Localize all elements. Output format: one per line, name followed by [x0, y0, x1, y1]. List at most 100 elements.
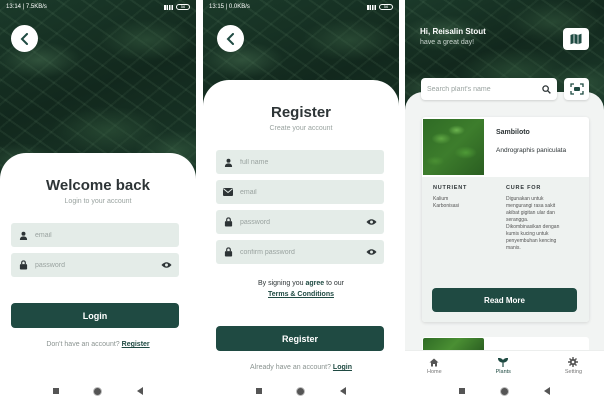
- plant-card[interactable]: Sambiloto Andrographis paniculata NUTRIE…: [422, 117, 589, 322]
- page-subtitle: Create your account: [269, 125, 333, 132]
- eye-icon[interactable]: [366, 247, 377, 257]
- eye-icon[interactable]: [366, 217, 377, 227]
- greeting: Hi, Reisalin Stout have a great day!: [420, 27, 486, 46]
- home-nav-icon[interactable]: [499, 386, 509, 396]
- cure-line: serangga.: [506, 217, 529, 223]
- email-input[interactable]: [35, 231, 172, 239]
- user-icon: [18, 230, 28, 240]
- cure-line: kumis kucing untuk: [506, 231, 549, 237]
- status-bar: 13:14 | 7.5KB/s 56: [0, 0, 196, 14]
- lock-icon: [223, 217, 233, 227]
- home-icon: [429, 358, 439, 366]
- map-button[interactable]: [563, 28, 589, 50]
- nutrient-item: Karbonisasi: [433, 203, 460, 209]
- battery-icon: 56: [176, 4, 190, 10]
- lock-icon: [18, 260, 28, 270]
- tab-setting[interactable]: Setting: [565, 357, 582, 375]
- cure-line: mengurangi rasa sakit: [506, 203, 556, 209]
- register-sheet: Register Create your account full name e…: [203, 80, 399, 401]
- confirm-password-field[interactable]: [216, 240, 384, 264]
- user-icon: [223, 157, 233, 167]
- cure-line: penyembuhan kencing: [506, 238, 557, 244]
- tab-home-label: Home: [427, 368, 442, 375]
- signal-icon: [367, 4, 376, 10]
- recents-icon[interactable]: [53, 388, 60, 394]
- home-screen: Hi, Reisalin Stout have a great day! Sam…: [405, 0, 604, 401]
- gear-icon: [568, 357, 579, 367]
- nutrient-list: Kalium Karbonisasi: [433, 196, 459, 210]
- login-sheet: Welcome back Login to your account Login: [0, 153, 196, 401]
- register-screen: 13:15 | 0.0KB/s 56 Register Create your …: [203, 0, 399, 401]
- login-link[interactable]: Login: [333, 364, 352, 371]
- terms-text: By signing you agree to our: [257, 280, 345, 287]
- login-button[interactable]: Login: [11, 303, 179, 328]
- email-input[interactable]: [240, 188, 377, 196]
- terms-agree: agree: [305, 280, 325, 287]
- system-nav-bar: [405, 381, 604, 401]
- system-nav-bar: [203, 381, 399, 401]
- status-time: 13:14 | 7.5KB/s: [6, 4, 47, 10]
- tab-setting-label: Setting: [564, 369, 582, 375]
- search-icon[interactable]: [542, 84, 551, 94]
- tab-plants-label: Plants: [495, 368, 511, 375]
- tab-home[interactable]: Home: [427, 358, 442, 375]
- cure-description: Digunakan untuk mengurangi rasa sakit ak…: [506, 196, 581, 252]
- email-field[interactable]: [11, 223, 179, 247]
- page-subtitle: Login to your account: [64, 198, 132, 205]
- password-field[interactable]: [11, 253, 179, 277]
- back-nav-icon[interactable]: [136, 387, 143, 395]
- eye-icon[interactable]: [161, 260, 172, 270]
- login-screen: 13:14 | 7.5KB/s 56 Welcome back Login to…: [0, 0, 196, 401]
- password-input[interactable]: [240, 218, 366, 226]
- battery-icon: 56: [379, 4, 393, 10]
- cure-line: Dikombinasikan dengan: [506, 224, 560, 230]
- register-prompt: Don't have an account? Register: [0, 341, 196, 348]
- email-field[interactable]: [216, 180, 384, 204]
- search-bar[interactable]: [421, 78, 557, 100]
- system-nav-bar: [0, 381, 196, 401]
- plant-scientific-name: Andrographis paniculata: [496, 147, 567, 154]
- tab-plants[interactable]: Plants: [495, 357, 511, 375]
- page-title: Welcome back: [46, 177, 150, 194]
- mail-icon: [223, 187, 233, 197]
- app-screens: 13:14 | 7.5KB/s 56 Welcome back Login to…: [0, 0, 604, 401]
- password-input[interactable]: [35, 261, 161, 269]
- plant-icon: [498, 357, 509, 367]
- back-button[interactable]: [217, 25, 244, 52]
- back-nav-icon[interactable]: [339, 387, 346, 395]
- search-input[interactable]: [427, 85, 542, 93]
- nutrient-item: Kalium: [433, 196, 449, 202]
- confirm-password-input[interactable]: [240, 248, 366, 256]
- login-prompt-text: Already have an account?: [250, 364, 331, 371]
- map-icon: [570, 33, 582, 45]
- fullname-input[interactable]: [240, 158, 377, 166]
- page-title: Register: [270, 104, 332, 121]
- lock-icon: [223, 247, 233, 257]
- read-more-button[interactable]: Read More: [432, 288, 577, 312]
- recents-icon[interactable]: [458, 388, 465, 394]
- scan-icon: [569, 83, 584, 95]
- password-field[interactable]: [216, 210, 384, 234]
- greeting-sub: have a great day!: [420, 39, 475, 46]
- home-nav-icon[interactable]: [296, 386, 306, 396]
- back-nav-icon[interactable]: [544, 387, 551, 395]
- cure-heading: CURE FOR: [506, 185, 542, 191]
- bottom-tab-bar: Home Plants Setting: [405, 350, 604, 381]
- home-nav-icon[interactable]: [93, 386, 103, 396]
- scan-button[interactable]: [564, 78, 589, 100]
- plant-image: [423, 119, 484, 175]
- signal-icon: [164, 4, 173, 10]
- register-prompt-text: Don't have an account?: [46, 341, 120, 348]
- register-link[interactable]: Register: [122, 341, 150, 348]
- fullname-field[interactable]: [216, 150, 384, 174]
- recents-icon[interactable]: [256, 388, 263, 394]
- status-bar: 13:15 | 0.0KB/s 56: [203, 0, 399, 14]
- chevron-left-icon: [226, 32, 234, 45]
- chevron-left-icon: [20, 32, 28, 45]
- greeting-name: Hi, Reisalin Stout: [420, 27, 486, 36]
- terms-link-row: Terms & Conditions: [203, 291, 399, 298]
- terms-link[interactable]: Terms & Conditions: [268, 291, 334, 298]
- status-time: 13:15 | 0.0KB/s: [209, 4, 250, 10]
- back-button[interactable]: [11, 25, 38, 52]
- register-button[interactable]: Register: [216, 326, 384, 351]
